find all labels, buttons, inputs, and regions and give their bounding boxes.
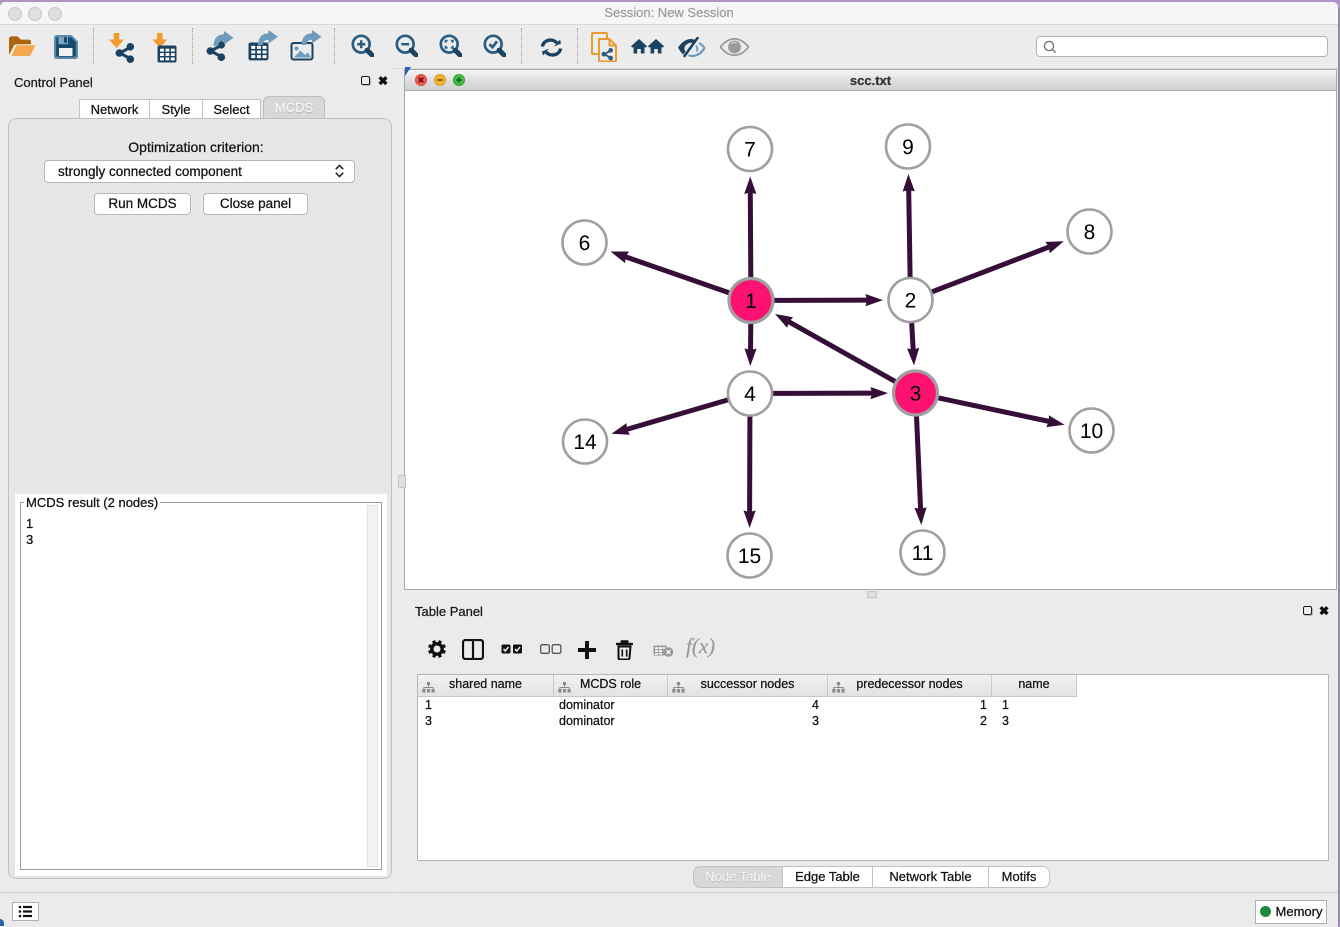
svg-text:14: 14 [573,431,597,454]
svg-text:7: 7 [744,139,756,162]
svg-text:4: 4 [744,383,756,406]
svg-text:8: 8 [1084,221,1096,244]
svg-text:1: 1 [745,290,757,313]
svg-text:10: 10 [1080,420,1103,443]
svg-text:2: 2 [905,290,917,313]
svg-text:11: 11 [912,542,934,565]
svg-text:6: 6 [579,232,591,255]
svg-text:3: 3 [910,383,922,406]
svg-text:9: 9 [902,136,914,159]
svg-text:15: 15 [738,545,761,568]
